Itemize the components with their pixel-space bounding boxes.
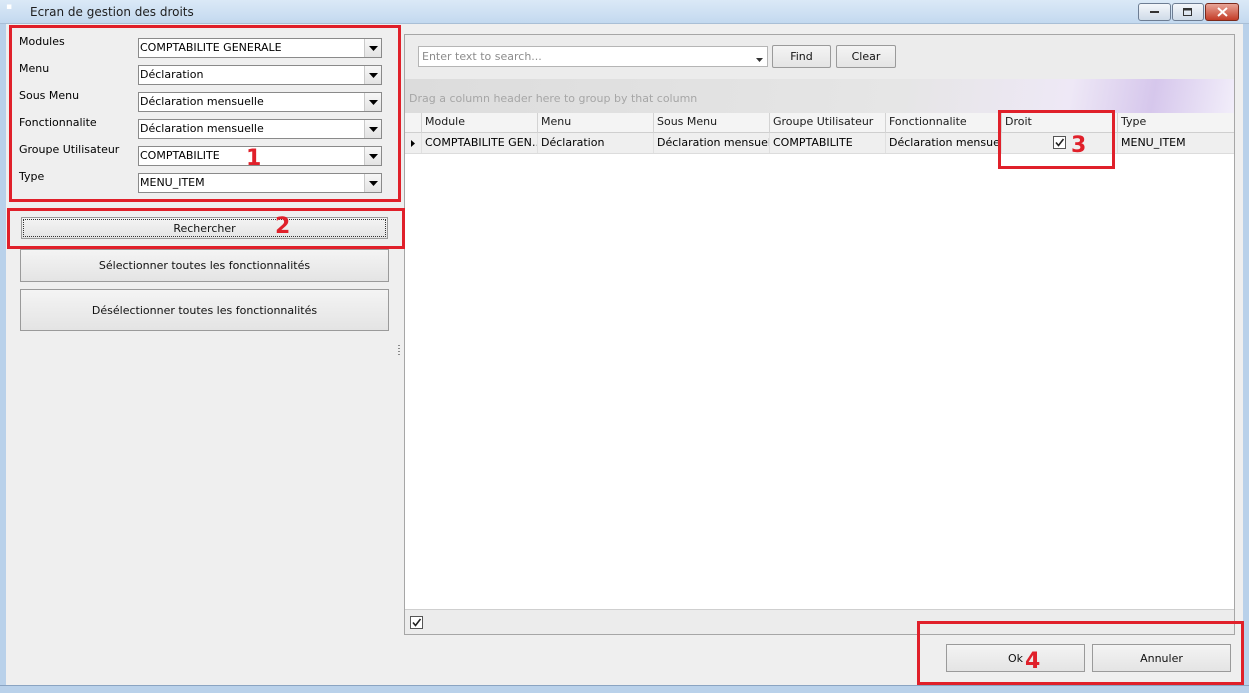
annotation-number-4: 4 xyxy=(1025,649,1041,674)
chevron-down-icon[interactable] xyxy=(364,39,381,57)
filter-sous-menu: Sous Menu Déclaration mensuelle xyxy=(19,89,389,112)
filter-menu: Menu Déclaration xyxy=(19,62,389,85)
search-button[interactable]: Rechercher xyxy=(21,217,388,239)
search-placeholder: Enter text to search... xyxy=(422,50,542,63)
menu-combo[interactable]: Déclaration xyxy=(138,65,382,85)
column-header-groupe-utilisateur[interactable]: Groupe Utilisateur xyxy=(769,113,885,133)
chevron-down-icon[interactable] xyxy=(364,120,381,138)
find-button[interactable]: Find xyxy=(772,45,831,68)
filter-label: Menu xyxy=(19,62,50,75)
annotation-number-1: 1 xyxy=(246,146,262,171)
select-all-button[interactable]: Sélectionner toutes les fonctionnalités xyxy=(20,249,389,282)
deselect-all-button[interactable]: Désélectionner toutes les fonctionnalité… xyxy=(20,289,389,331)
cancel-button[interactable]: Annuler xyxy=(1092,644,1231,672)
group-panel[interactable]: Drag a column header here to group by th… xyxy=(405,79,1234,113)
window-bottom-border xyxy=(0,685,1249,693)
combo-value: COMPTABILITE xyxy=(140,149,220,162)
window-title: Ecran de gestion des droits xyxy=(30,5,194,19)
column-header-type[interactable]: Type xyxy=(1117,113,1234,133)
sous-menu-combo[interactable]: Déclaration mensuelle xyxy=(138,92,382,112)
grid-footer xyxy=(405,609,1234,634)
chevron-down-icon[interactable] xyxy=(364,174,381,192)
row-indicator-icon xyxy=(405,133,421,153)
title-bar: ▪ Ecran de gestion des droits xyxy=(0,0,1249,24)
annotation-number-3: 3 xyxy=(1071,133,1087,158)
footer-checkbox[interactable] xyxy=(410,616,423,629)
droit-checkbox[interactable] xyxy=(1053,135,1066,149)
maximize-icon xyxy=(1183,7,1192,16)
column-header-menu[interactable]: Menu xyxy=(537,113,653,133)
close-button[interactable] xyxy=(1205,3,1239,21)
chevron-down-icon[interactable] xyxy=(756,52,763,65)
filter-groupe-utilisateur: Groupe Utilisateur COMPTABILITE xyxy=(19,143,389,166)
grid-panel: Enter text to search... Find Clear Drag … xyxy=(404,34,1235,635)
combo-value: Déclaration xyxy=(140,68,204,81)
fonctionnalite-combo[interactable]: Déclaration mensuelle xyxy=(138,119,382,139)
chevron-down-icon[interactable] xyxy=(364,66,381,84)
cell-module[interactable]: COMPTABILITE GEN… xyxy=(421,133,537,153)
filter-type: Type MENU_ITEM xyxy=(19,170,389,193)
filter-label: Sous Menu xyxy=(19,89,80,102)
search-input[interactable]: Enter text to search... xyxy=(418,46,768,67)
close-icon xyxy=(1216,7,1228,17)
cell-sous-menu[interactable]: Déclaration mensuelle xyxy=(653,133,769,153)
clear-button[interactable]: Clear xyxy=(836,45,896,68)
filter-fonctionnalite: Fonctionnalite Déclaration mensuelle xyxy=(19,116,389,139)
annotation-number-2: 2 xyxy=(275,214,291,239)
find-panel: Enter text to search... Find Clear xyxy=(405,35,1234,79)
modules-combo[interactable]: COMPTABILITE GENERALE xyxy=(138,38,382,58)
type-combo[interactable]: MENU_ITEM xyxy=(138,173,382,193)
column-header-row: Module Menu Sous Menu Groupe Utilisateur… xyxy=(405,113,1234,133)
cell-menu[interactable]: Déclaration xyxy=(537,133,653,153)
column-header-sous-menu[interactable]: Sous Menu xyxy=(653,113,769,133)
group-hint: Drag a column header here to group by th… xyxy=(409,92,698,105)
filter-label: Modules xyxy=(19,35,65,48)
cell-type[interactable]: MENU_ITEM xyxy=(1117,133,1234,153)
combo-value: Déclaration mensuelle xyxy=(140,122,264,135)
column-header-fonctionnalite[interactable]: Fonctionnalite xyxy=(885,113,1001,133)
column-header-droit[interactable]: Droit xyxy=(1001,113,1117,133)
splitter-handle[interactable] xyxy=(398,345,400,357)
minimize-button[interactable] xyxy=(1138,3,1171,21)
table-row[interactable]: COMPTABILITE GEN… Déclaration Déclaratio… xyxy=(405,133,1234,154)
ok-button[interactable]: Ok xyxy=(946,644,1085,672)
header-indicator xyxy=(405,113,421,133)
filter-label: Fonctionnalite xyxy=(19,116,97,129)
filter-label: Groupe Utilisateur xyxy=(19,143,120,156)
combo-value: COMPTABILITE GENERALE xyxy=(140,41,282,54)
cell-droit[interactable] xyxy=(1001,133,1117,153)
filter-label: Type xyxy=(19,170,45,183)
cell-groupe[interactable]: COMPTABILITE xyxy=(769,133,885,153)
window-icon: ▪ xyxy=(6,2,13,12)
chevron-down-icon[interactable] xyxy=(364,147,381,165)
maximize-button[interactable] xyxy=(1172,3,1204,21)
column-header-module[interactable]: Module xyxy=(421,113,537,133)
chevron-down-icon[interactable] xyxy=(364,93,381,111)
combo-value: Déclaration mensuelle xyxy=(140,95,264,108)
combo-value: MENU_ITEM xyxy=(140,176,205,189)
cell-fonctionnalite[interactable]: Déclaration mensuelle xyxy=(885,133,1001,153)
filter-modules: Modules COMPTABILITE GENERALE xyxy=(19,35,389,58)
minimize-icon xyxy=(1149,11,1159,13)
